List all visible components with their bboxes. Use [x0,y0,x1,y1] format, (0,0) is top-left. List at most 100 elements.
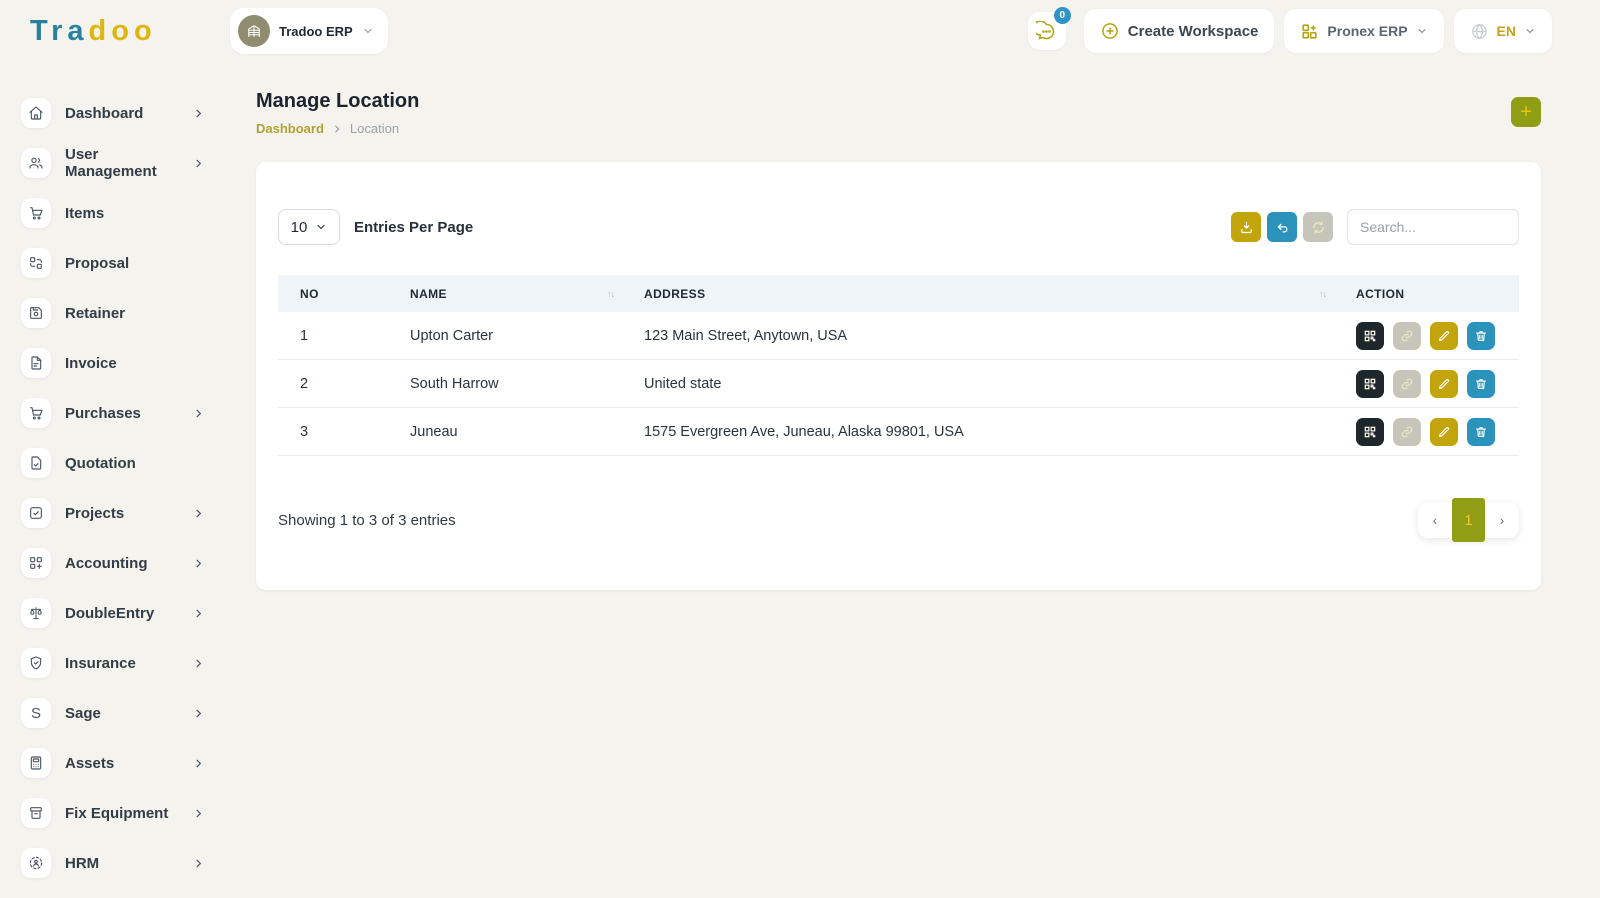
cell-name: South Harrow [388,376,622,392]
chevron-right-icon [193,558,204,569]
entries-per-page-select[interactable]: 10 [278,209,340,245]
logo-text-teal: Tra [30,15,89,47]
chevron-right-icon [193,108,204,119]
sidebar-item-hrm[interactable]: HRM [21,838,230,888]
export-button[interactable] [1231,212,1261,242]
page-title: Manage Location [256,90,419,113]
sidebar-item-label: Insurance [65,655,136,672]
edit-button[interactable] [1430,322,1458,350]
workspace-label: Tradoo ERP [279,24,353,39]
pencil-icon [1437,425,1451,439]
sidebar-item-projects[interactable]: Projects [21,488,230,538]
target-user-icon [28,855,44,871]
undo-button[interactable] [1267,212,1297,242]
pagination: ‹ 1 › [1418,502,1519,538]
sidebar: Dashboard User Management Items Proposal… [0,62,230,898]
sidebar-item-purchases[interactable]: Purchases [21,388,230,438]
cell-no: 1 [278,328,388,344]
qr-code-button[interactable] [1356,418,1384,446]
locations-table: NO NAME↑↓ ADDRESS↑↓ ACTION 1 Upton Carte… [278,275,1519,456]
file-check-icon [28,455,44,471]
chevron-right-icon [193,508,204,519]
swap-grid-icon [28,255,44,271]
chevron-right-icon [193,708,204,719]
edit-button[interactable] [1430,418,1458,446]
chevron-down-icon [1416,25,1428,37]
workspace-avatar [238,15,270,47]
edit-button[interactable] [1430,370,1458,398]
sort-icon[interactable]: ↑↓ [1319,289,1326,299]
sidebar-item-quotation[interactable]: Quotation [21,438,230,488]
language-selector[interactable]: EN [1454,9,1552,53]
workspace-selector[interactable]: Tradoo ERP [230,8,388,54]
current-page-button[interactable]: 1 [1452,498,1485,542]
trash-icon [1474,377,1488,391]
sidebar-item-items[interactable]: Items [21,188,230,238]
grid-plus-icon [1300,22,1319,41]
sidebar-item-sage[interactable]: S Sage [21,688,230,738]
sidebar-item-proposal[interactable]: Proposal [21,238,230,288]
link-button[interactable] [1393,370,1421,398]
cell-no: 2 [278,376,388,392]
link-icon [1400,425,1414,439]
refresh-button[interactable] [1303,212,1333,242]
sidebar-item-user-management[interactable]: User Management [21,138,230,188]
chevron-right-icon [193,408,204,419]
sidebar-item-retainer[interactable]: Retainer [21,288,230,338]
col-header-name[interactable]: NAME↑↓ [388,287,622,301]
globe-icon [1470,22,1489,41]
sidebar-item-assets[interactable]: Assets [21,738,230,788]
sidebar-item-label: User Management [65,146,193,180]
delete-button[interactable] [1467,418,1495,446]
home-icon [28,105,44,121]
sidebar-item-fix-equipment[interactable]: Fix Equipment [21,788,230,838]
col-header-address[interactable]: ADDRESS↑↓ [622,287,1334,301]
row-actions [1334,370,1519,398]
refresh-icon [1311,220,1326,235]
sidebar-item-invoice[interactable]: Invoice [21,338,230,388]
table-row: 1 Upton Carter 123 Main Street, Anytown,… [278,312,1519,360]
undo-icon [1275,220,1290,235]
entries-per-page-label: Entries Per Page [354,219,473,236]
sidebar-item-label: Proposal [65,255,129,272]
sidebar-item-dashboard[interactable]: Dashboard [21,88,230,138]
entries-value: 10 [291,219,308,236]
search-input[interactable] [1347,209,1519,245]
link-button[interactable] [1393,322,1421,350]
qr-code-button[interactable] [1356,370,1384,398]
sidebar-item-label: Fix Equipment [65,805,168,822]
building-icon [245,22,263,40]
file-lines-icon [28,355,44,371]
col-header-no[interactable]: NO [278,287,388,301]
logo: Tradoo [0,15,230,48]
erp-selector[interactable]: Pronex ERP [1284,9,1443,53]
link-icon [1400,329,1414,343]
shield-check-icon [28,655,44,671]
chevron-right-icon [332,124,342,134]
cell-address: 1575 Evergreen Ave, Juneau, Alaska 99801… [622,424,1334,440]
qr-code-icon [1363,377,1377,391]
sidebar-item-label: Quotation [65,455,136,472]
plus-circle-icon [1100,21,1120,41]
sidebar-item-label: Sage [65,705,101,722]
delete-button[interactable] [1467,370,1495,398]
sort-icon[interactable]: ↑↓ [607,289,614,299]
qr-code-button[interactable] [1356,322,1384,350]
table-row: 3 Juneau 1575 Evergreen Ave, Juneau, Ala… [278,408,1519,456]
breadcrumb: Dashboard Location [256,121,419,136]
link-button[interactable] [1393,418,1421,446]
sidebar-item-insurance[interactable]: Insurance [21,638,230,688]
link-icon [1400,377,1414,391]
add-location-button[interactable]: + [1511,97,1541,127]
sidebar-item-label: Invoice [65,355,117,372]
cart-icon [28,205,44,221]
locations-card: 10 Entries Per Page [256,162,1541,590]
chat-button[interactable]: 0 [1028,12,1066,50]
create-workspace-button[interactable]: Create Workspace [1084,9,1275,53]
sidebar-item-accounting[interactable]: Accounting [21,538,230,588]
breadcrumb-dashboard-link[interactable]: Dashboard [256,121,324,136]
next-page-button[interactable]: › [1485,502,1519,538]
prev-page-button[interactable]: ‹ [1418,502,1452,538]
delete-button[interactable] [1467,322,1495,350]
sidebar-item-doubleentry[interactable]: DoubleEntry [21,588,230,638]
